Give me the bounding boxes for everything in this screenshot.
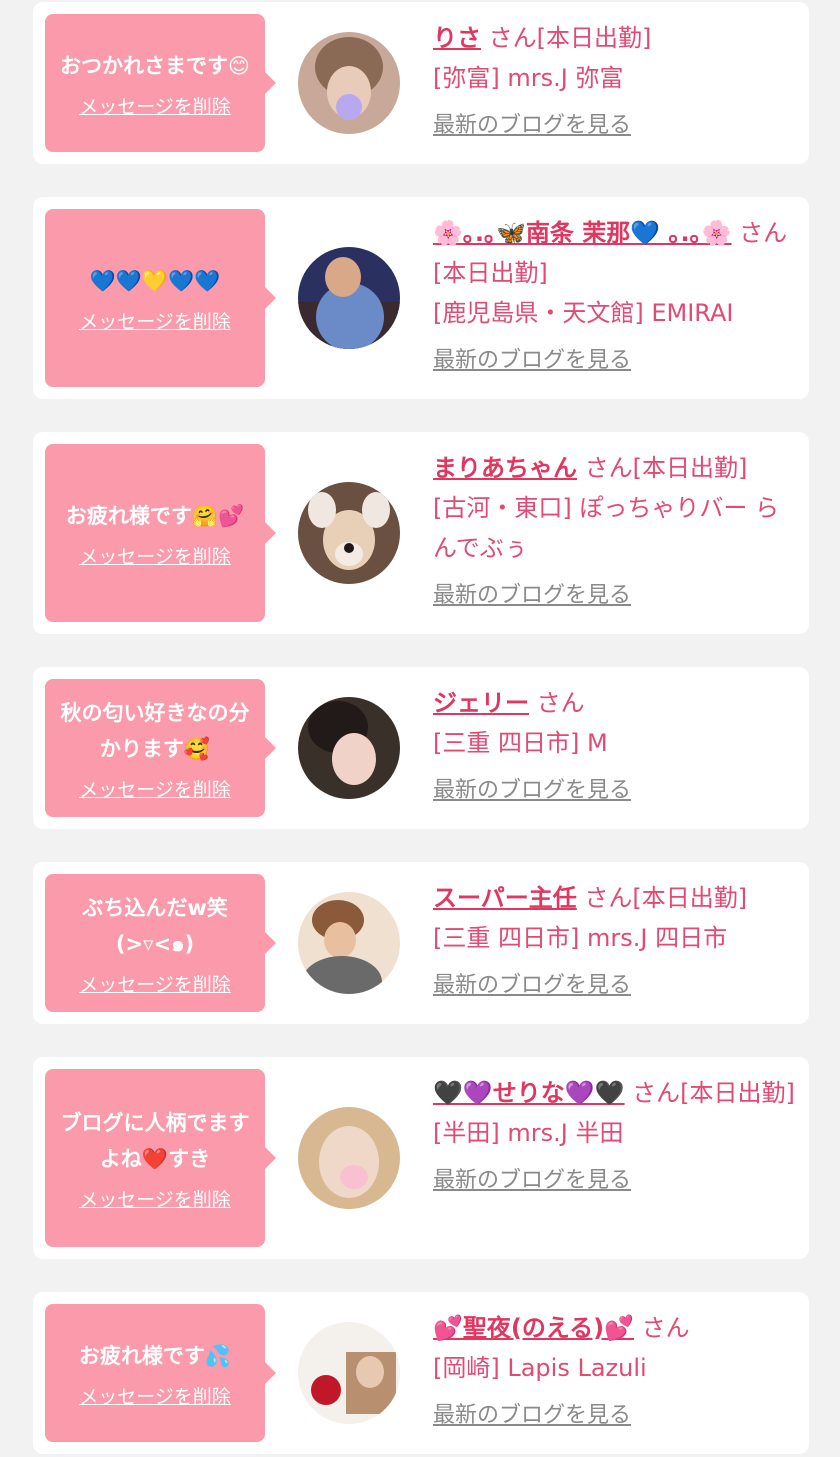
message-bubble: ぶち込んだw笑 (>▿<๑) メッセージを削除	[45, 874, 276, 1012]
avatar-image	[298, 892, 400, 994]
favorite-card: ブログに人柄でますよね❤️すき メッセージを削除 🖤💜せりな💜🖤 さん[本日出勤…	[33, 1057, 809, 1259]
latest-blog-link[interactable]: 最新のブログを見る	[433, 342, 631, 374]
girl-name-link[interactable]: ジェリー	[433, 689, 529, 717]
message-bubble: お疲れ様です🤗💕 メッセージを削除	[45, 444, 276, 622]
avatar[interactable]	[298, 697, 400, 799]
latest-blog-link[interactable]: 最新のブログを見る	[433, 772, 631, 804]
message-bubble: お疲れ様です💦 メッセージを削除	[45, 1304, 276, 1442]
favorite-card: お疲れ様です💦 メッセージを削除 💕聖夜(のえる)💕 さん [岡崎] Lapis…	[33, 1292, 809, 1454]
avatar[interactable]	[298, 1107, 400, 1209]
message-bubble: ブログに人柄でますよね❤️すき メッセージを削除	[45, 1069, 276, 1247]
avatar-image	[298, 32, 400, 134]
delete-message-link[interactable]: メッセージを削除	[79, 307, 231, 334]
girl-info: りさ さん[本日出勤] [弥富] mrs.J 弥富 最新のブログを見る	[433, 18, 795, 139]
name-suffix: さん	[641, 1314, 690, 1342]
favorite-card: お疲れ様です🤗💕 メッセージを削除 まりあちゃん さん[本日出勤] [古河・東口…	[33, 432, 809, 634]
name-suffix: さん[本日出勤]	[488, 24, 652, 52]
message-text: 💙💙💛💙💙	[89, 268, 221, 293]
message-text: お疲れ様です🤗💕	[65, 503, 245, 528]
message-text: 秋の匂い好きなの分かります🥰	[60, 700, 250, 761]
message-text: ブログに人柄でますよね❤️すき	[60, 1110, 250, 1171]
avatar[interactable]	[298, 892, 400, 994]
avatar-image	[298, 697, 400, 799]
latest-blog-link[interactable]: 最新のブログを見る	[433, 967, 631, 999]
girl-name-link[interactable]: 🖤💜せりな💜🖤	[433, 1079, 625, 1107]
girl-info: 💕聖夜(のえる)💕 さん [岡崎] Lapis Lazuli 最新のブログを見る	[433, 1308, 795, 1429]
avatar[interactable]	[298, 247, 400, 349]
message-text: おつかれさまです😊	[60, 53, 250, 78]
latest-blog-link[interactable]: 最新のブログを見る	[433, 1162, 631, 1194]
girl-info: 🖤💜せりな💜🖤 さん[本日出勤] [半田] mrs.J 半田 最新のブログを見る	[433, 1073, 795, 1194]
favorite-card: ぶち込んだw笑 (>▿<๑) メッセージを削除 スーパー主任 さん[本日出勤] …	[33, 862, 809, 1024]
delete-message-link[interactable]: メッセージを削除	[79, 92, 231, 119]
message-bubble: 秋の匂い好きなの分かります🥰 メッセージを削除	[45, 679, 276, 817]
latest-blog-link[interactable]: 最新のブログを見る	[433, 1397, 631, 1429]
avatar[interactable]	[298, 32, 400, 134]
message-text: お疲れ様です💦	[78, 1343, 232, 1368]
latest-blog-link[interactable]: 最新のブログを見る	[433, 107, 631, 139]
avatar-image	[298, 482, 400, 584]
girl-name-link[interactable]: 🌸｡.｡🦋南条 茉那💙 ｡.｡🌸	[433, 219, 731, 247]
shop-name: [鹿児島県・天文館] EMIRAI	[433, 299, 734, 327]
girl-info: スーパー主任 さん[本日出勤] [三重 四日市] mrs.J 四日市 最新のブロ…	[433, 878, 795, 999]
girl-info: ジェリー さん [三重 四日市] M 最新のブログを見る	[433, 683, 795, 804]
girl-name-link[interactable]: りさ	[433, 24, 481, 52]
avatar[interactable]	[298, 1322, 400, 1424]
shop-name: [半田] mrs.J 半田	[433, 1119, 624, 1147]
favorites-list: おつかれさまです😊 メッセージを削除 りさ さん[本日出勤] [弥富] mrs.…	[0, 0, 840, 1454]
name-suffix: さん	[536, 689, 585, 717]
avatar-image	[298, 1107, 400, 1209]
delete-message-link[interactable]: メッセージを削除	[79, 1185, 231, 1212]
shop-name: [三重 四日市] mrs.J 四日市	[433, 924, 728, 952]
delete-message-link[interactable]: メッセージを削除	[79, 1382, 231, 1409]
shop-name: [三重 四日市] M	[433, 729, 608, 757]
delete-message-link[interactable]: メッセージを削除	[79, 542, 231, 569]
message-bubble: おつかれさまです😊 メッセージを削除	[45, 14, 276, 152]
shop-name: [弥富] mrs.J 弥富	[433, 64, 624, 92]
favorite-card: 秋の匂い好きなの分かります🥰 メッセージを削除 ジェリー さん [三重 四日市]…	[33, 667, 809, 829]
girl-info: まりあちゃん さん[本日出勤] [古河・東口] ぽっちゃりバー らんでぶぅ 最新…	[433, 448, 795, 609]
delete-message-link[interactable]: メッセージを削除	[79, 970, 231, 997]
shop-name: [岡崎] Lapis Lazuli	[433, 1354, 647, 1382]
message-bubble: 💙💙💛💙💙 メッセージを削除	[45, 209, 276, 387]
favorite-card: 💙💙💛💙💙 メッセージを削除 🌸｡.｡🦋南条 茉那💙 ｡.｡🌸 さん[本日出勤]…	[33, 197, 809, 399]
latest-blog-link[interactable]: 最新のブログを見る	[433, 577, 631, 609]
girl-name-link[interactable]: 💕聖夜(のえる)💕	[433, 1314, 634, 1342]
name-suffix: さん[本日出勤]	[584, 454, 748, 482]
delete-message-link[interactable]: メッセージを削除	[79, 775, 231, 802]
girl-name-link[interactable]: まりあちゃん	[433, 454, 577, 482]
favorite-card: おつかれさまです😊 メッセージを削除 りさ さん[本日出勤] [弥富] mrs.…	[33, 2, 809, 164]
name-suffix: さん[本日出勤]	[584, 884, 748, 912]
girl-info: 🌸｡.｡🦋南条 茉那💙 ｡.｡🌸 さん[本日出勤] [鹿児島県・天文館] EMI…	[433, 213, 795, 374]
message-text: ぶち込んだw笑 (>▿<๑)	[82, 895, 228, 956]
name-suffix: さん[本日出勤]	[632, 1079, 795, 1107]
shop-name: [古河・東口] ぽっちゃりバー らんでぶぅ	[433, 494, 779, 562]
avatar[interactable]	[298, 482, 400, 584]
avatar-image	[298, 247, 400, 349]
girl-name-link[interactable]: スーパー主任	[433, 884, 577, 912]
avatar-image	[298, 1322, 400, 1424]
